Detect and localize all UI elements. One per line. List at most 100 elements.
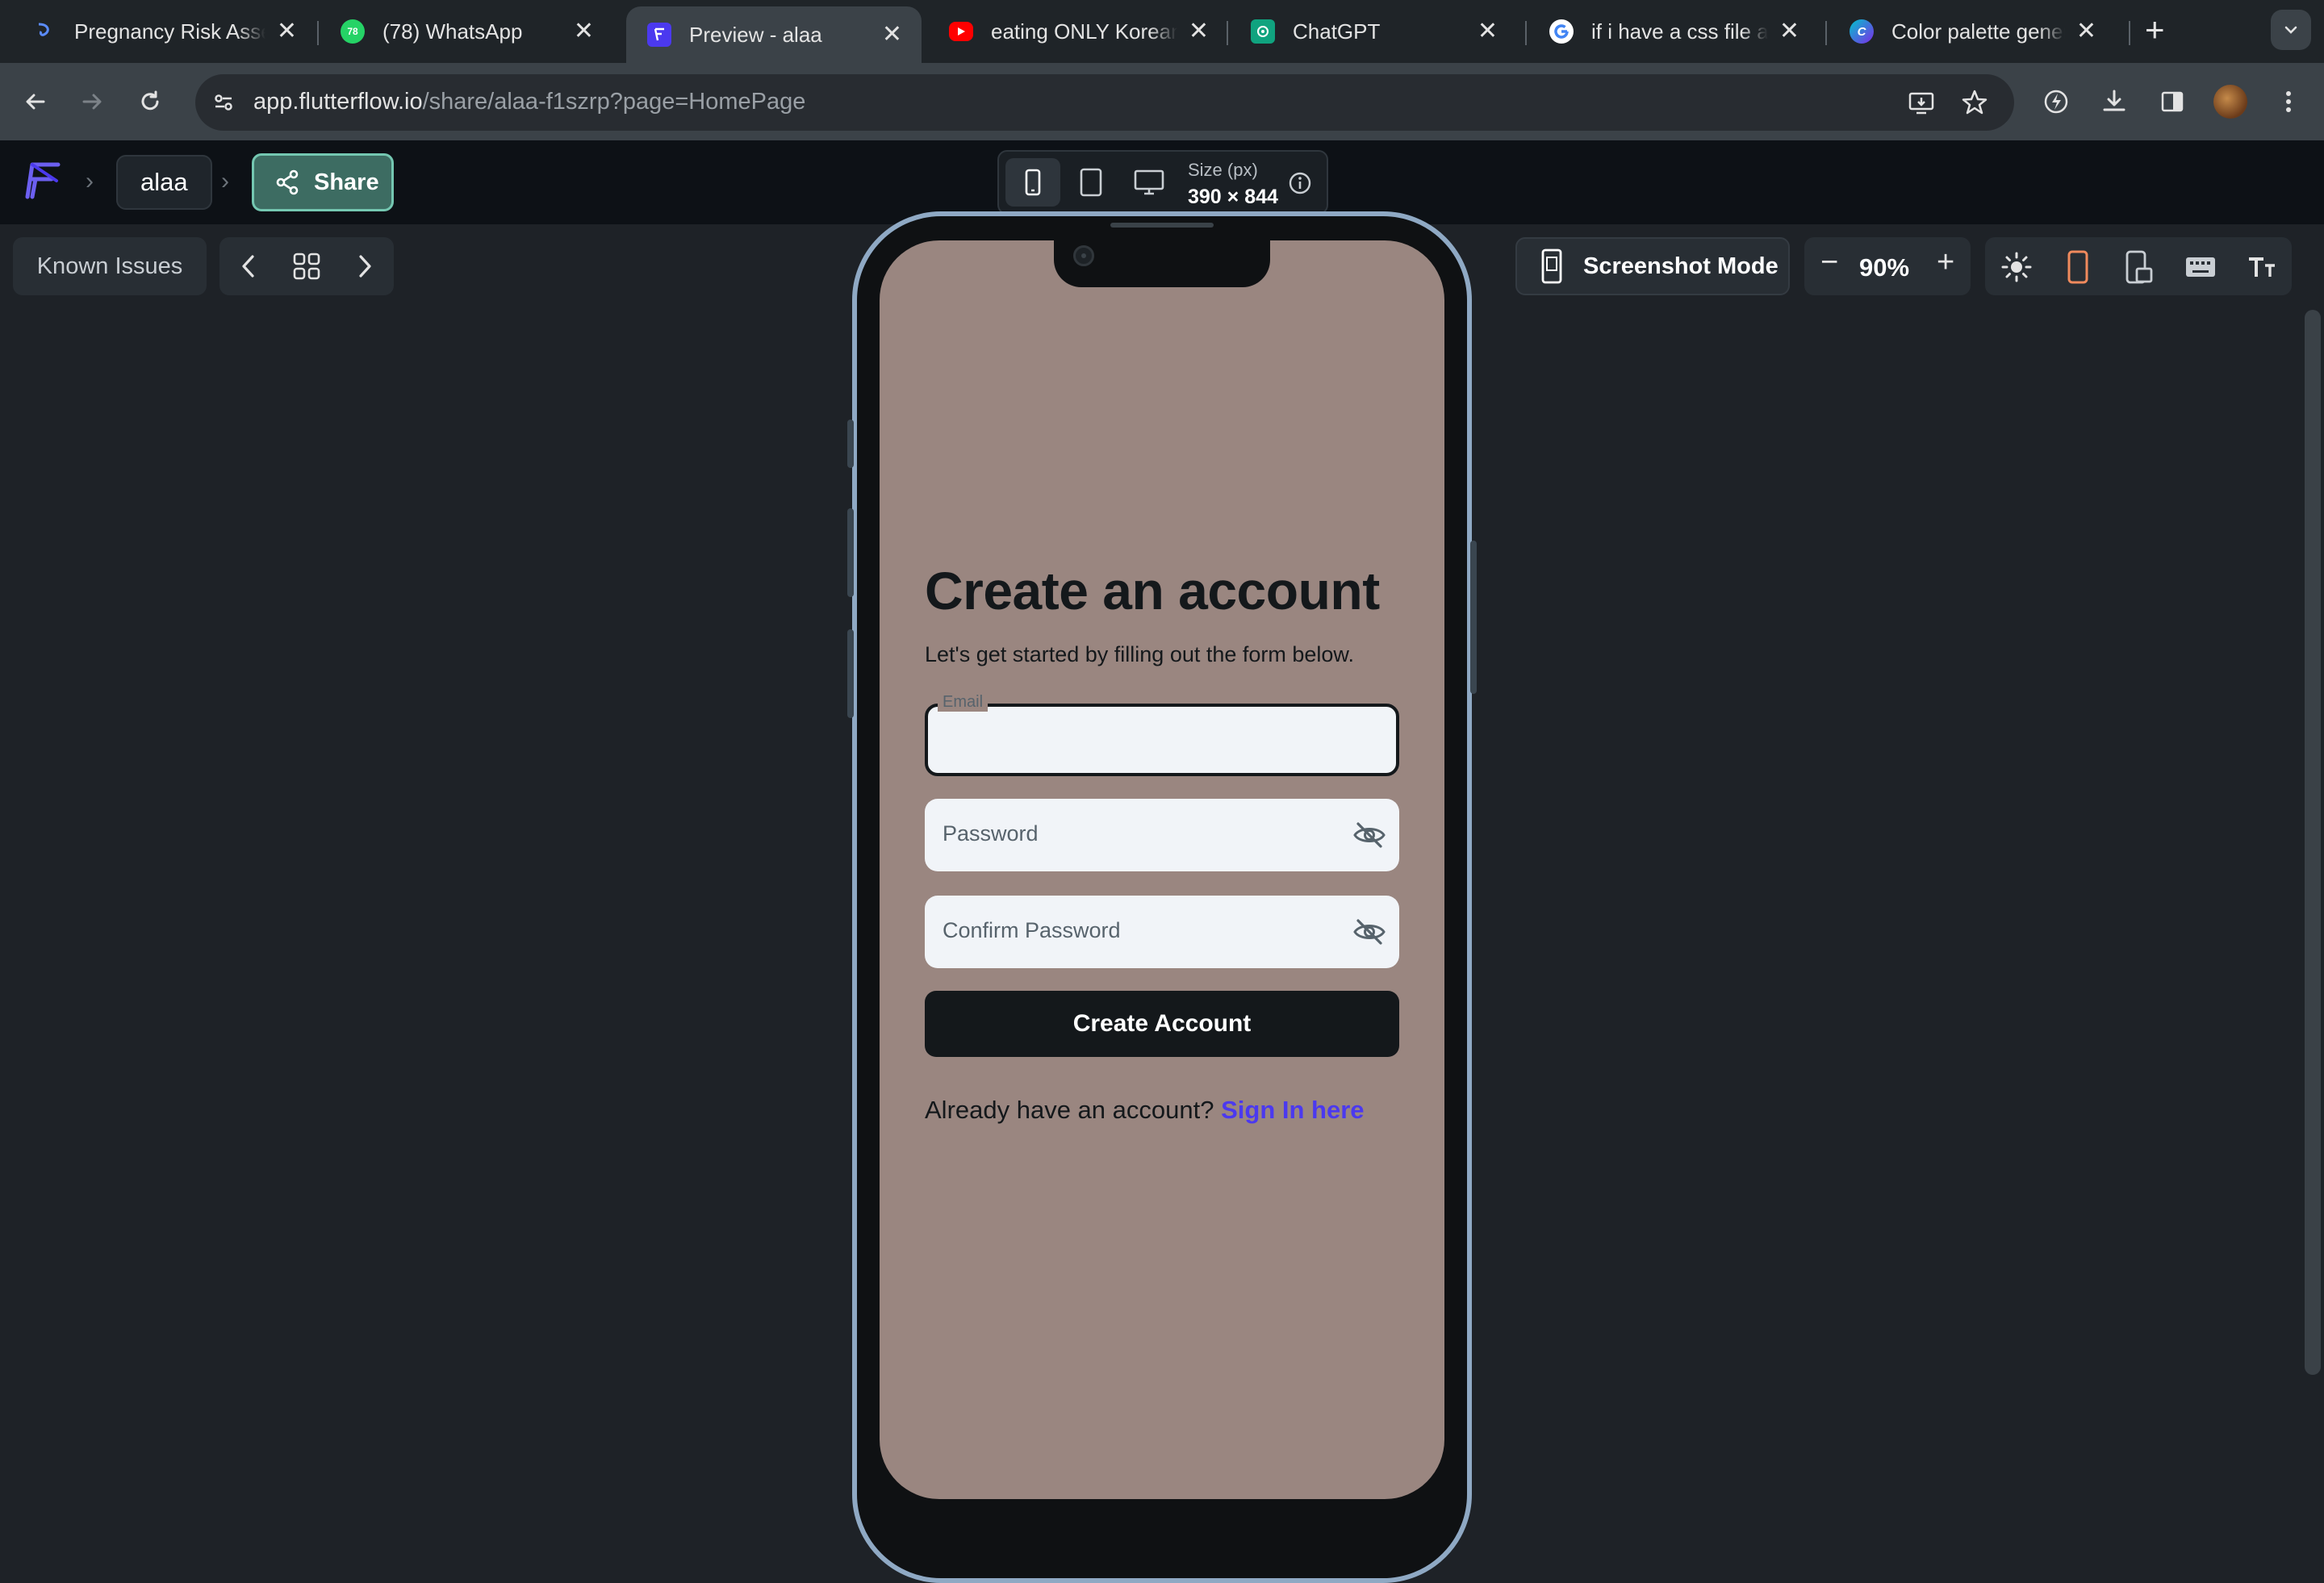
keyboard-icon	[2186, 257, 2215, 277]
device-size-selector: Size (px) 390 × 844	[997, 150, 1328, 215]
url-host: app.flutterflow.io	[253, 89, 423, 115]
close-tab-icon[interactable]: ✕	[574, 19, 594, 44]
phone-side-button	[1470, 541, 1477, 694]
page-title: Create an account	[925, 561, 1380, 620]
site-settings-icon[interactable]	[207, 86, 240, 119]
chevron-right-icon: ›	[86, 168, 94, 194]
tab-separator	[1227, 21, 1228, 45]
confirm-password-field[interactable]: Confirm Password	[925, 896, 1399, 968]
phone-portrait-icon	[2067, 250, 2088, 284]
chevron-down-icon	[2284, 26, 2297, 34]
tab-separator	[317, 21, 319, 45]
flutterflow-logo-icon[interactable]	[21, 158, 65, 203]
project-name-button[interactable]: alaa	[116, 155, 212, 210]
tab-title: Color palette generator	[1891, 19, 2065, 44]
tab-separator	[1825, 21, 1827, 45]
reload-icon	[141, 90, 159, 111]
close-tab-icon[interactable]: ✕	[1189, 19, 1209, 44]
portrait-orientation-button[interactable]	[2059, 249, 2096, 286]
side-panel-icon	[2161, 91, 2184, 112]
next-page-button[interactable]	[347, 249, 382, 284]
tab-youtube[interactable]: eating ONLY Korean ✕	[928, 6, 1228, 56]
create-account-button[interactable]: Create Account	[925, 991, 1399, 1057]
side-panel-button[interactable]	[2151, 81, 2193, 123]
phone-side-button	[847, 420, 854, 468]
password-visibility-toggle[interactable]	[1351, 817, 1388, 854]
previous-page-button[interactable]	[231, 249, 266, 284]
tab-title: Preview - alaa	[689, 22, 822, 47]
light-mode-button[interactable]	[1998, 249, 2035, 286]
info-icon[interactable]	[1288, 171, 1312, 195]
device-desktop-button[interactable]	[1122, 158, 1177, 207]
flutterflow-icon	[647, 23, 671, 47]
tab-title: if i have a css file and	[1591, 19, 1768, 44]
confirm-password-placeholder: Confirm Password	[943, 918, 1121, 942]
profile-button[interactable]	[2209, 81, 2251, 123]
tab-title: eating ONLY Korean	[991, 19, 1177, 44]
landscape-orientation-button[interactable]	[2121, 249, 2158, 286]
screenshot-mode-button[interactable]: Screenshot Mode	[1515, 237, 1790, 295]
phone-icon	[1025, 169, 1041, 196]
chatgpt-icon	[1251, 19, 1275, 44]
tab-search-button[interactable]	[2271, 10, 2311, 50]
google-icon	[1549, 19, 1574, 44]
grid-icon	[293, 253, 320, 280]
tab-color-palette[interactable]: C Color palette generator ✕	[1829, 6, 2116, 56]
tab-preview-alaa[interactable]: Preview - alaa ✕	[626, 6, 922, 63]
device-phone-button[interactable]	[1005, 158, 1060, 207]
signin-prompt: Already have an account? Sign In here	[925, 1096, 1365, 1125]
tab-whatsapp[interactable]: 78 (78) WhatsApp ✕	[320, 6, 613, 56]
close-tab-icon[interactable]: ✕	[1478, 19, 1498, 44]
device-tablet-button[interactable]	[1064, 158, 1118, 207]
zoom-in-button[interactable]: +	[1937, 247, 1954, 278]
tab-pregnancy-risk[interactable]: Pregnancy Risk Assessment ✕	[11, 6, 316, 56]
close-tab-icon[interactable]: ✕	[882, 23, 902, 47]
screenshot-mode-label: Screenshot Mode	[1583, 253, 1779, 279]
performance-icon	[2044, 90, 2068, 114]
sign-in-link[interactable]: Sign In here	[1221, 1096, 1364, 1124]
all-pages-button[interactable]	[289, 249, 324, 284]
desktop-icon	[1134, 169, 1164, 195]
install-app-icon[interactable]	[1904, 86, 1938, 119]
share-label: Share	[314, 169, 379, 195]
camera-icon	[1073, 245, 1094, 266]
text-scale-button[interactable]	[2243, 249, 2280, 286]
browser-menu-button[interactable]	[2268, 81, 2309, 123]
zoom-control: − 90% +	[1804, 237, 1971, 295]
address-bar[interactable]: app.flutterflow.io/share/alaa-f1szrp?pag…	[195, 74, 2014, 131]
signin-prompt-text: Already have an account?	[925, 1096, 1222, 1124]
youtube-icon	[949, 22, 973, 41]
tab-chatgpt[interactable]: ChatGPT ✕	[1230, 6, 1517, 56]
url-text[interactable]: app.flutterflow.io/share/alaa-f1szrp?pag…	[253, 89, 805, 115]
close-tab-icon[interactable]: ✕	[1779, 19, 1799, 44]
page-navigator	[219, 237, 394, 295]
back-button[interactable]	[13, 79, 58, 124]
avatar	[2213, 85, 2247, 119]
share-button[interactable]: Share	[252, 153, 394, 211]
canvas-scrollbar[interactable]	[2305, 310, 2321, 1375]
download-icon	[2103, 90, 2125, 111]
password-field[interactable]: Password	[925, 799, 1399, 871]
new-tab-button[interactable]: +	[2145, 13, 2165, 47]
reload-button[interactable]	[127, 79, 173, 124]
browser-toolbar: app.flutterflow.io/share/alaa-f1szrp?pag…	[0, 63, 2324, 140]
forward-button[interactable]	[69, 79, 115, 124]
tab-google-search[interactable]: if i have a css file and ✕	[1528, 6, 1819, 56]
confirm-password-visibility-toggle[interactable]	[1351, 913, 1388, 950]
eye-off-icon	[1353, 919, 1386, 945]
email-field[interactable]	[925, 704, 1399, 776]
tablet-icon	[1080, 168, 1102, 197]
downloads-button[interactable]	[2093, 81, 2135, 123]
page-subtitle: Let's get started by filling out the for…	[925, 642, 1354, 666]
extension-button[interactable]	[2035, 81, 2077, 123]
keyboard-button[interactable]	[2182, 249, 2219, 286]
bookmark-star-icon[interactable]	[1958, 86, 1992, 119]
close-tab-icon[interactable]: ✕	[2076, 19, 2096, 44]
tab-title: (78) WhatsApp	[382, 19, 523, 44]
known-issues-button[interactable]: Known Issues	[13, 237, 207, 295]
zoom-out-button[interactable]: −	[1820, 247, 1838, 278]
close-tab-icon[interactable]: ✕	[277, 19, 297, 44]
tab-title: Pregnancy Risk Assessment	[74, 19, 265, 44]
size-label: Size (px)	[1188, 160, 1258, 180]
chevron-right-icon	[359, 255, 371, 278]
